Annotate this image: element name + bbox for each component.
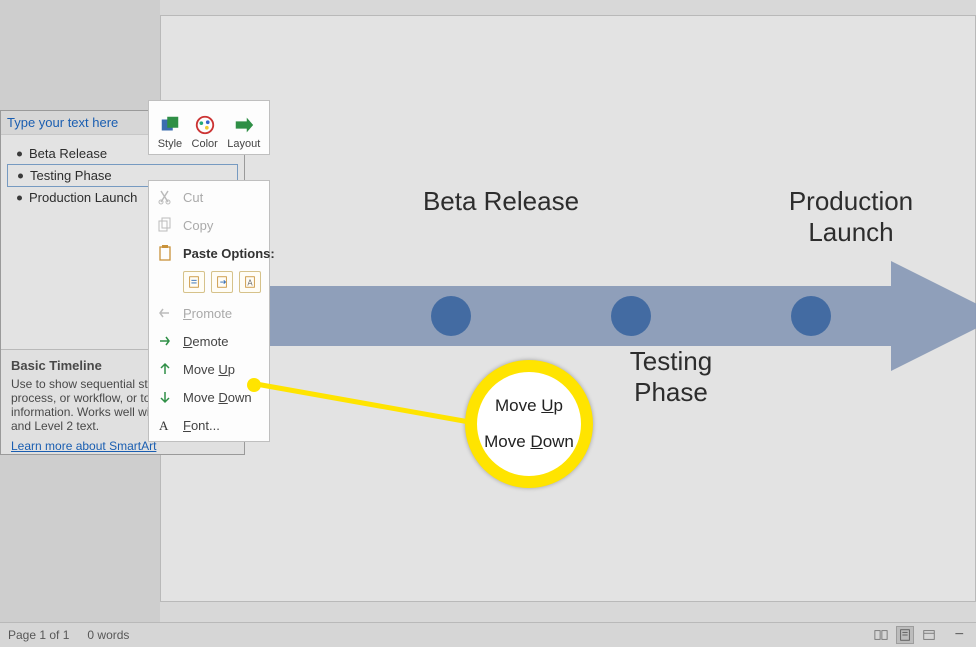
paste-option-row: A (149, 267, 269, 299)
palette-icon (194, 114, 216, 136)
read-mode-icon[interactable] (872, 626, 890, 644)
document-workspace: Beta Release Production Launch Testing P… (160, 0, 976, 622)
web-layout-icon[interactable] (920, 626, 938, 644)
svg-text:A: A (159, 418, 169, 433)
list-item-label: Testing Phase (30, 168, 112, 183)
arrow-up-icon (157, 361, 173, 377)
mini-btn-label: Color (192, 138, 218, 150)
svg-text:A: A (247, 279, 253, 288)
callout-text-up: Move Up (495, 396, 563, 416)
menu-promote[interactable]: Promote (149, 299, 269, 327)
page-canvas: Beta Release Production Launch Testing P… (160, 15, 976, 602)
style-button[interactable]: Style (156, 112, 184, 152)
menu-label: Promote (183, 306, 232, 321)
zoom-out-icon[interactable]: − (951, 626, 968, 644)
arrow-left-icon (157, 305, 173, 321)
menu-demote[interactable]: Demote (149, 327, 269, 355)
mini-btn-label: Style (158, 138, 182, 150)
status-page[interactable]: Page 1 of 1 (8, 628, 69, 642)
callout-anchor-dot (247, 378, 261, 392)
layout-button[interactable]: Layout (225, 112, 262, 152)
callout-text-down: Move Down (484, 432, 574, 452)
arrow-right-icon (157, 333, 173, 349)
menu-copy[interactable]: Copy (149, 211, 269, 239)
menu-label: Copy (183, 218, 213, 233)
context-menu: Cut Copy Paste Options: A Promote De (148, 180, 270, 442)
print-layout-icon[interactable] (896, 626, 914, 644)
copy-icon (157, 217, 173, 233)
list-item-label: Production Launch (29, 190, 137, 205)
menu-paste-options: Paste Options: (149, 239, 269, 267)
font-icon: A (157, 417, 173, 433)
status-bar: Page 1 of 1 0 words − (0, 622, 976, 647)
status-words[interactable]: 0 words (87, 628, 129, 642)
paste-text-only-icon[interactable]: A (239, 271, 261, 293)
menu-label: Cut (183, 190, 203, 205)
callout-magnifier: Move Up Move Down (465, 360, 593, 488)
timeline-label-test: Testing Phase (591, 346, 751, 408)
menu-font[interactable]: A Font... (149, 411, 269, 439)
arrow-down-icon (157, 389, 173, 405)
paste-merge-icon[interactable] (211, 271, 233, 293)
menu-label: Paste Options: (183, 246, 275, 261)
menu-label: Move Down (183, 390, 252, 405)
list-item-label: Beta Release (29, 146, 107, 161)
menu-label: Font... (183, 418, 220, 433)
info-link[interactable]: Learn more about SmartArt (11, 439, 156, 453)
timeline-label-beta: Beta Release (421, 186, 581, 217)
style-icon (159, 114, 181, 136)
clipboard-icon (157, 245, 173, 261)
color-button[interactable]: Color (190, 112, 220, 152)
menu-label: Move Up (183, 362, 235, 377)
timeline-label-prod: Production Launch (751, 186, 951, 248)
mini-toolbar: Style Color Layout (148, 100, 270, 155)
menu-label: Demote (183, 334, 229, 349)
menu-cut[interactable]: Cut (149, 183, 269, 211)
layout-icon (233, 114, 255, 136)
cut-icon (157, 189, 173, 205)
paste-keep-source-icon[interactable] (183, 271, 205, 293)
mini-btn-label: Layout (227, 138, 260, 150)
